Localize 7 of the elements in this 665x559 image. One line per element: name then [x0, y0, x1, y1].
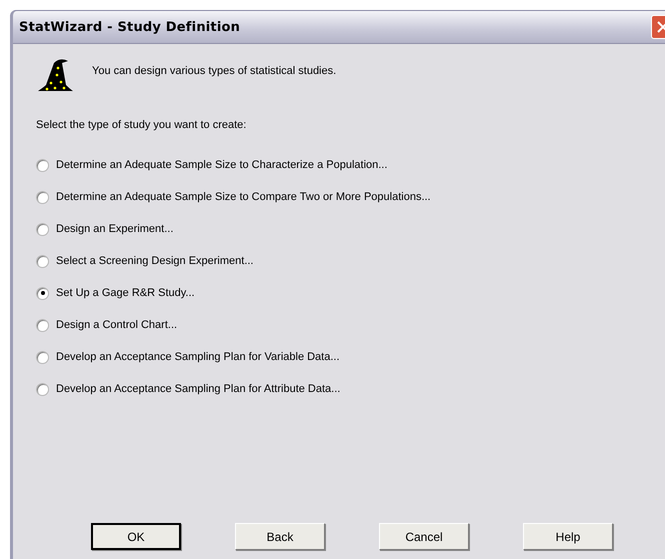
intro-text: You can design various types of statistical studies.: [92, 65, 336, 77]
dialog-button[interactable]: Cancel: [379, 523, 469, 550]
dialog-button[interactable]: Help: [523, 523, 613, 550]
dialog-button[interactable]: OK: [91, 523, 181, 550]
prompt-text: Select the type of study you want to create:: [36, 119, 248, 131]
dialog-button[interactable]: Back: [235, 523, 325, 550]
window-title: StatWizard - Study Definition: [19, 20, 240, 34]
